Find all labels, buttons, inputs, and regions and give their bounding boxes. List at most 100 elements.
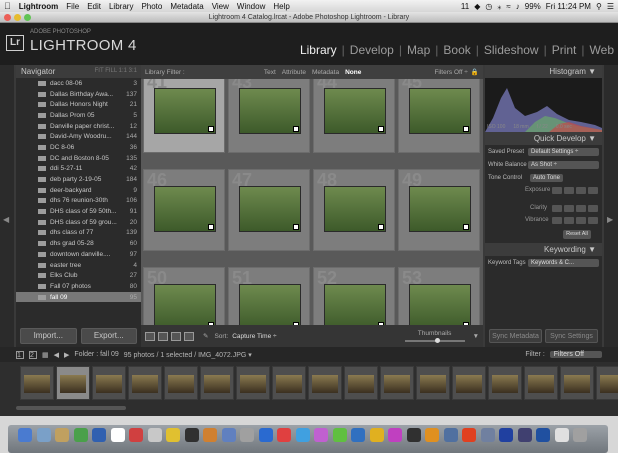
quick-develop-header[interactable]: Quick Develop ▼ [485,132,602,145]
folder-item[interactable]: deer-backyard 9 [16,185,141,196]
filmstrip-thumbnail[interactable] [128,366,162,400]
photo-thumbnail[interactable] [409,284,471,325]
exposure-inc1[interactable] [576,186,586,194]
exposure-dec2[interactable] [552,186,562,194]
filmstrip-thumbnail[interactable] [344,366,378,400]
filter-dropdown[interactable]: Filters Off [549,351,602,358]
grid-icon[interactable]: ▦ [42,351,49,359]
dock-app-icon[interactable] [443,428,458,442]
folder-item[interactable]: Fall 07 photos 80 [16,281,141,292]
clarity-dec2[interactable] [552,204,562,212]
clarity-inc2[interactable] [588,204,598,212]
dock-app-icon[interactable] [147,428,162,442]
survey-view-icon[interactable] [184,331,194,341]
dock-app-icon[interactable] [369,428,384,442]
menu-photo[interactable]: Photo [141,2,162,11]
export-button[interactable]: Export... [80,328,137,344]
grid-cell[interactable]: 46 [143,169,225,251]
keyword-tags-dropdown[interactable]: Keywords & C... [528,258,599,267]
vibrance-dec1[interactable] [564,216,574,224]
grid-cell[interactable]: 41 [143,79,225,153]
keywording-header[interactable]: Keywording ▼ [485,243,602,256]
film-photo[interactable] [276,375,302,393]
photo-thumbnail[interactable] [324,284,386,325]
apple-icon[interactable]:  [4,1,11,11]
film-photo[interactable] [132,375,158,393]
filter-tab-metadata[interactable]: Metadata [312,69,339,76]
film-photo[interactable] [168,375,194,393]
dock-app-icon[interactable] [351,428,365,442]
folder-item[interactable]: DHS class of 59 grou... 20 [16,217,141,228]
histogram-header[interactable]: Histogram ▼ [485,65,602,78]
filmstrip-thumbnail[interactable] [524,366,558,400]
auto-tone-button[interactable]: Auto Tone [530,173,563,182]
menu-metadata[interactable]: Metadata [170,2,203,11]
dock-app-icon[interactable] [55,428,69,442]
filter-tab-text[interactable]: Text [264,69,276,76]
dock-app-icon[interactable] [277,428,291,442]
sync-settings-button[interactable]: Sync Settings [545,329,598,343]
filmstrip-scrollbar[interactable] [16,406,126,410]
filmstrip-thumbnail[interactable] [596,366,618,400]
timemachine-icon[interactable]: ◷ [485,2,492,11]
module-map[interactable]: Map [407,43,430,57]
film-photo[interactable] [24,375,50,393]
close-window-icon[interactable] [4,14,11,21]
folder-item[interactable]: DC 8-06 36 [16,142,141,153]
right-arrow-icon[interactable]: ▶ [607,215,613,224]
film-photo[interactable] [528,375,554,393]
folder-item[interactable]: dacc 08-06 3 [16,78,141,89]
filmstrip-thumbnail[interactable] [200,366,234,400]
filmstrip-thumbnail[interactable] [560,366,594,400]
dock-app-icon[interactable] [166,428,180,442]
navigator-header[interactable]: Navigator FIT FILL 1:1 3:1 [16,65,141,78]
film-photo[interactable] [600,375,618,393]
clock[interactable]: Fri 11:24 PM [546,2,591,11]
photo-thumbnail[interactable] [324,186,386,232]
lock-icon[interactable]: 🔒 [471,68,479,76]
clarity-dec1[interactable] [564,204,574,212]
adobe-status-count[interactable]: 11 [461,2,469,11]
thumbnail-slider[interactable] [404,338,465,343]
dock-app-icon[interactable] [388,428,402,442]
photo-thumbnail[interactable] [239,88,301,134]
filmstrip-thumbnail[interactable] [380,366,414,400]
minimize-window-icon[interactable] [14,14,21,21]
dock-app-icon[interactable] [425,428,439,442]
dock-app-icon[interactable] [406,428,421,442]
film-photo[interactable] [492,375,518,393]
back-arrow-icon[interactable]: ◀ [54,351,59,359]
module-slideshow[interactable]: Slideshow [484,43,539,57]
dock-app-icon[interactable] [73,428,88,442]
dock-app-icon[interactable] [536,428,550,442]
folder-item[interactable]: Elks Club 27 [16,270,141,281]
filmstrip-thumbnail[interactable] [416,366,450,400]
folder-item[interactable]: Dallas Honors Night 21 [16,99,141,110]
film-photo[interactable] [384,375,410,393]
film-photo[interactable] [456,375,482,393]
module-book[interactable]: Book [443,43,470,57]
left-arrow-icon[interactable]: ◀ [3,215,9,224]
grid-cell[interactable]: 50 [143,267,225,325]
film-photo[interactable] [312,375,338,393]
menu-file[interactable]: File [66,2,79,11]
folder-item[interactable]: DC and Boston 8-05 135 [16,153,141,164]
folder-item[interactable]: David-Amy Woodru... 144 [16,131,141,142]
grid-cell[interactable]: 47 [228,169,310,251]
import-button[interactable]: Import... [20,328,77,344]
menu-edit[interactable]: Edit [87,2,101,11]
dock-app-icon[interactable] [18,428,32,442]
badge-icon[interactable] [463,126,469,132]
film-photo[interactable] [204,375,230,393]
folder-item[interactable]: ddi 5-27-11 42 [16,164,141,175]
wifi-icon[interactable]: ≈ [506,2,510,11]
grid-cell[interactable]: 44 [313,79,395,153]
dock-app-icon[interactable] [129,428,143,442]
film-photo[interactable] [564,375,590,393]
filmstrip-thumbnail[interactable] [164,366,198,400]
saved-preset-dropdown[interactable]: Default Settings ÷ [528,147,599,156]
folder-item[interactable]: Dallas Prom 05 5 [16,110,141,121]
badge-icon[interactable] [293,224,299,230]
grid-cell[interactable]: 45 [398,79,480,153]
dock-app-icon[interactable] [480,428,495,442]
